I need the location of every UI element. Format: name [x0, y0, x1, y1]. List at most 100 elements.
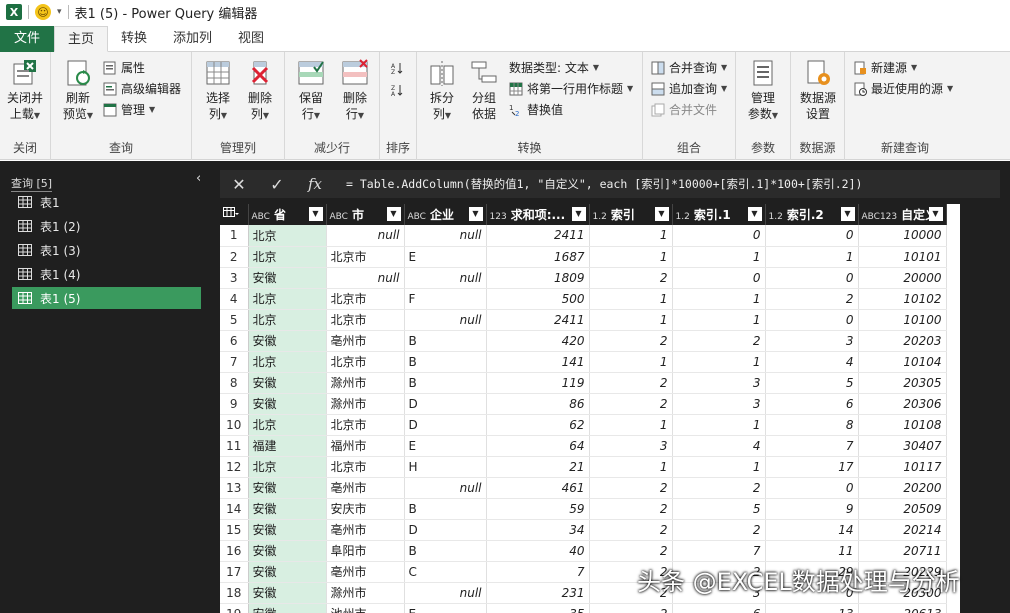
- table-cell[interactable]: 2: [765, 288, 859, 310]
- filter-dropdown-icon[interactable]: ▼: [308, 207, 323, 221]
- table-cell[interactable]: 3: [589, 435, 673, 457]
- filter-dropdown-icon[interactable]: ▼: [747, 207, 762, 221]
- manage-query-button[interactable]: 管理 ▼: [103, 100, 155, 120]
- table-cell[interactable]: 231: [486, 582, 590, 604]
- table-cell[interactable]: 10117: [858, 456, 947, 478]
- table-cell[interactable]: 7: [486, 561, 590, 583]
- table-cell[interactable]: 2: [589, 267, 673, 289]
- table-cell[interactable]: D: [404, 519, 487, 541]
- table-cell[interactable]: 3: [765, 330, 859, 352]
- row-number[interactable]: 14: [220, 498, 249, 520]
- remove-columns-button[interactable]: 删除 列▼: [240, 58, 280, 124]
- table-cell[interactable]: 1: [672, 309, 766, 331]
- table-cell[interactable]: 35: [486, 603, 590, 613]
- table-cell[interactable]: 北京: [248, 456, 327, 478]
- table-cell[interactable]: 滁州市: [326, 393, 405, 415]
- split-column-button[interactable]: 拆分 列▼: [423, 58, 461, 124]
- table-cell[interactable]: 1: [589, 246, 673, 268]
- filter-dropdown-icon[interactable]: ▼: [928, 207, 943, 221]
- table-cell[interactable]: 1809: [486, 267, 590, 289]
- table-cell[interactable]: 20613: [858, 603, 947, 613]
- table-cell[interactable]: E: [404, 435, 487, 457]
- table-cell[interactable]: 6: [765, 393, 859, 415]
- keep-rows-button[interactable]: 保留 行▼: [291, 58, 331, 124]
- group-by-button[interactable]: 分组 依据: [465, 58, 503, 122]
- row-number[interactable]: 11: [220, 435, 249, 457]
- properties-button[interactable]: 属性: [103, 58, 145, 78]
- table-cell[interactable]: 461: [486, 477, 590, 499]
- table-cell[interactable]: 20305: [858, 372, 947, 394]
- table-cell[interactable]: 10101: [858, 246, 947, 268]
- sort-descending-button[interactable]: ZA: [390, 80, 404, 100]
- table-cell[interactable]: 7: [672, 540, 766, 562]
- table-cell[interactable]: 1: [589, 351, 673, 373]
- table-cell[interactable]: B: [404, 330, 487, 352]
- table-cell[interactable]: 1687: [486, 246, 590, 268]
- recent-sources-button[interactable]: 最近使用的源 ▼: [853, 79, 953, 99]
- data-type-dropdown[interactable]: 数据类型: 文本 ▼: [509, 58, 599, 78]
- table-cell[interactable]: 20200: [858, 477, 947, 499]
- table-cell[interactable]: 5: [765, 372, 859, 394]
- table-cell[interactable]: 安徽: [248, 372, 327, 394]
- choose-columns-button[interactable]: 选择 列▼: [198, 58, 238, 124]
- table-cell[interactable]: 1: [589, 414, 673, 436]
- commit-formula-check-icon[interactable]: ✓: [258, 170, 296, 198]
- table-cell[interactable]: 14: [765, 519, 859, 541]
- table-cell[interactable]: 10108: [858, 414, 947, 436]
- table-cell[interactable]: 2: [589, 540, 673, 562]
- row-number[interactable]: 19: [220, 603, 249, 613]
- table-cell[interactable]: 13: [765, 603, 859, 613]
- query-item[interactable]: 表1: [12, 191, 201, 213]
- table-cell[interactable]: 11: [765, 540, 859, 562]
- table-cell[interactable]: 30407: [858, 435, 947, 457]
- table-cell[interactable]: 20000: [858, 267, 947, 289]
- table-cell[interactable]: 1: [672, 288, 766, 310]
- table-cell[interactable]: B: [404, 540, 487, 562]
- table-cell[interactable]: 福州市: [326, 435, 405, 457]
- use-first-row-as-headers-button[interactable]: 将第一行用作标题 ▼: [509, 79, 633, 99]
- table-cell[interactable]: D: [404, 393, 487, 415]
- table-cell[interactable]: 2: [589, 498, 673, 520]
- table-cell[interactable]: 北京市: [326, 288, 405, 310]
- row-number[interactable]: 15: [220, 519, 249, 541]
- table-cell[interactable]: 20203: [858, 330, 947, 352]
- filter-dropdown-icon[interactable]: ▼: [654, 207, 669, 221]
- table-cell[interactable]: null: [326, 225, 405, 247]
- table-cell[interactable]: 滁州市: [326, 372, 405, 394]
- table-cell[interactable]: 安徽: [248, 330, 327, 352]
- table-cell[interactable]: 62: [486, 414, 590, 436]
- row-number[interactable]: 18: [220, 582, 249, 604]
- table-cell[interactable]: 21: [486, 456, 590, 478]
- table-cell[interactable]: 4: [765, 351, 859, 373]
- new-source-button[interactable]: 新建源 ▼: [853, 58, 917, 78]
- table-cell[interactable]: 0: [765, 267, 859, 289]
- table-cell[interactable]: 9: [765, 498, 859, 520]
- table-cell[interactable]: 池州市: [326, 603, 405, 613]
- table-cell[interactable]: 安徽: [248, 561, 327, 583]
- column-header-index[interactable]: 1.2 索引 ▼: [589, 204, 673, 225]
- tab-view[interactable]: 视图: [225, 26, 277, 52]
- table-cell[interactable]: B: [404, 351, 487, 373]
- column-header-company[interactable]: ABC 企业 ▼: [404, 204, 487, 225]
- table-menu-icon[interactable]: [220, 204, 249, 225]
- table-cell[interactable]: 2: [672, 330, 766, 352]
- table-cell[interactable]: 北京: [248, 414, 327, 436]
- table-cell[interactable]: E: [404, 603, 487, 613]
- table-cell[interactable]: null: [404, 267, 487, 289]
- row-number[interactable]: 7: [220, 351, 249, 373]
- table-cell[interactable]: 2: [672, 519, 766, 541]
- smiley-feedback-icon[interactable]: ☺: [35, 4, 51, 20]
- data-source-settings-button[interactable]: 数据源 设置: [795, 58, 841, 122]
- tab-transform[interactable]: 转换: [108, 26, 160, 52]
- query-item[interactable]: 表1 (2): [12, 215, 201, 237]
- table-cell[interactable]: 3: [672, 393, 766, 415]
- table-cell[interactable]: 2: [589, 372, 673, 394]
- row-number[interactable]: 1: [220, 225, 249, 247]
- table-cell[interactable]: 0: [765, 309, 859, 331]
- table-cell[interactable]: 北京市: [326, 456, 405, 478]
- table-cell[interactable]: null: [404, 477, 487, 499]
- table-cell[interactable]: 北京: [248, 288, 327, 310]
- table-cell[interactable]: 17: [765, 456, 859, 478]
- row-number[interactable]: 5: [220, 309, 249, 331]
- table-cell[interactable]: 10100: [858, 309, 947, 331]
